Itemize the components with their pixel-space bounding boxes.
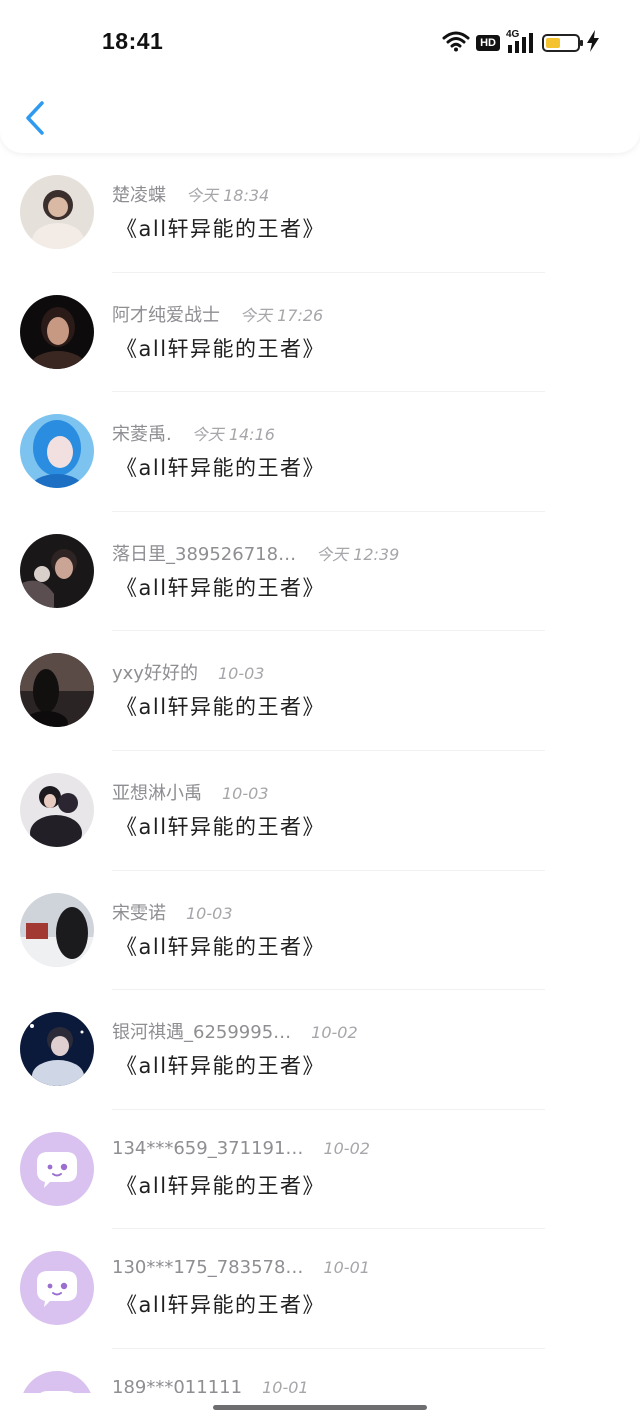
avatar[interactable] (20, 653, 94, 728)
message-text: 《all轩异能的王者》 (116, 217, 326, 241)
avatar[interactable] (20, 1251, 94, 1326)
battery-icon (542, 34, 583, 52)
sender-name: 阿才纯爱战士 (112, 304, 220, 326)
status-icons: HD 4G (442, 29, 600, 56)
message-text: 《all轩异能的王者》 (116, 1054, 326, 1079)
message-row[interactable]: 亚想淋小禹 10-03 《all轩异能的王者》 (0, 751, 640, 871)
sender-line: 宋菱禹. 今天 14:16 (112, 420, 275, 446)
avatar[interactable] (20, 892, 94, 967)
message-time: 今天 17:26 (240, 305, 324, 325)
message-list: 楚凌蝶 今天 18:34 《all轩异能的王者》 阿才纯爱战士 今天 17:26 《all… (0, 153, 640, 1393)
message-time: 10-03 (222, 783, 269, 803)
sender-line: 楚凌蝶 今天 18:34 (112, 181, 269, 207)
message-row[interactable]: 189***01111110-01《all轩异能的王者》 (0, 1349, 640, 1393)
avatar[interactable] (20, 175, 94, 249)
message-row[interactable]: 134***659_371191… 10-02 《all轩异能的王者》 (0, 1110, 640, 1230)
sender-line: 落日里_389526718… 今天 12:39 (112, 540, 399, 566)
message-time: 今天 14:16 (191, 425, 275, 445)
sender-line: 130***175_783578… 10-01 (112, 1257, 370, 1278)
avatar[interactable] (20, 1012, 94, 1087)
message-row[interactable]: 银河祺遇_6259995… 10-02 《all轩异能的王者》 (0, 990, 640, 1110)
message-text: 《all轩异能的王者》 (116, 1173, 326, 1198)
sender-name: 落日里_389526718… (112, 543, 297, 565)
message-time: 10-03 (186, 903, 233, 923)
message-row[interactable]: 楚凌蝶 今天 18:34 《all轩异能的王者》 (0, 153, 640, 273)
message-row[interactable]: yxy好好的 10-03 《all轩异能的王者》 (0, 631, 640, 751)
back-button[interactable] (20, 98, 52, 138)
message-row[interactable]: 宋菱禹. 今天 14:16 《all轩异能的王者》 (0, 392, 640, 512)
message-row[interactable]: 落日里_389526718… 今天 12:39 《all轩异能的王者》 (0, 512, 640, 632)
avatar[interactable] (20, 414, 94, 489)
sender-line: 宋雯诺 10-03 (112, 899, 233, 925)
sender-name: 宋菱禹. (112, 424, 172, 446)
wifi-icon (442, 30, 470, 56)
message-time: 10-03 (217, 664, 265, 684)
message-text: 《all轩异能的王者》 (116, 1293, 326, 1318)
sender-line: 亚想淋小禹 10-03 (112, 779, 269, 805)
top-bar: 18:41 HD 4G (0, 0, 640, 153)
message-time: 10-01 (323, 1258, 370, 1278)
hd-badge: HD (476, 35, 500, 51)
battery-level (546, 38, 560, 48)
sender-line: 134***659_371191… 10-02 (112, 1138, 370, 1159)
message-time: 10-02 (311, 1023, 358, 1043)
sender-name: 楚凌蝶 (112, 185, 166, 206)
status-time: 18:41 (102, 28, 164, 54)
sender-line: 银河祺遇_6259995… 10-02 (112, 1018, 358, 1044)
avatar[interactable] (20, 294, 94, 369)
avatar[interactable] (20, 1370, 94, 1393)
status-bar: 18:41 HD 4G (0, 0, 640, 80)
message-text: 《all轩异能的王者》 (116, 934, 326, 959)
sender-name: yxy好好的 (112, 663, 198, 685)
message-text: 《all轩异能的王者》 (116, 336, 326, 361)
message-text: 《all轩异能的王者》 (116, 575, 326, 600)
chevron-left-icon (26, 101, 44, 135)
avatar[interactable] (20, 772, 94, 847)
message-text: 《all轩异能的王者》 (116, 814, 326, 839)
sender-line: 阿才纯爱战士 今天 17:26 (112, 301, 323, 327)
message-time: 10-02 (323, 1138, 370, 1158)
message-time: 今天 12:39 (316, 544, 400, 564)
charging-icon (586, 30, 600, 56)
signal-icon: 4G (506, 29, 536, 55)
message-row[interactable]: 宋雯诺 10-03 《all轩异能的王者》 (0, 871, 640, 991)
avatar[interactable] (20, 1131, 94, 1206)
message-time: 今天 18:34 (186, 186, 270, 205)
message-text: 《all轩异能的王者》 (116, 695, 326, 720)
sender-line: yxy好好的 10-03 (112, 659, 264, 685)
message-row[interactable]: 阿才纯爱战士 今天 17:26 《all轩异能的王者》 (0, 273, 640, 393)
sender-name: 银河祺遇_6259995… (112, 1022, 292, 1044)
sender-name: 亚想淋小禹 (112, 782, 202, 804)
sender-name: 宋雯诺 (112, 902, 166, 924)
avatar[interactable] (20, 533, 94, 608)
sender-name: 189***011111 (112, 1376, 243, 1393)
message-time: 10-01 (262, 1377, 309, 1393)
sender-name: 134***659_371191… (112, 1137, 304, 1159)
home-indicator[interactable] (213, 1405, 427, 1410)
message-text: 《all轩异能的王者》 (116, 456, 326, 481)
sender-name: 130***175_783578… (112, 1257, 304, 1279)
message-row[interactable]: 130***175_783578… 10-01 《all轩异能的王者》 (0, 1229, 640, 1349)
sender-line: 189***011111 10-01 (112, 1377, 309, 1393)
